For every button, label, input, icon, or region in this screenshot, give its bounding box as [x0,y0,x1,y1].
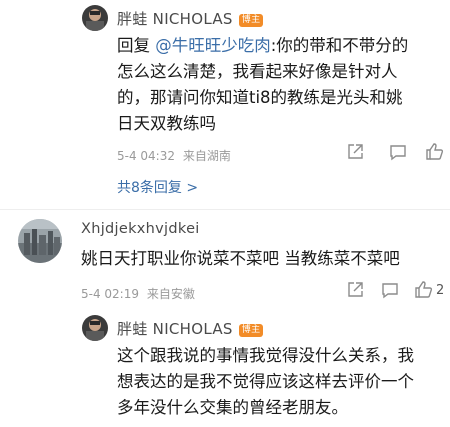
like-icon[interactable] [414,280,433,303]
reply1-date: 5-4 04:32 [117,149,175,163]
comment2-meta: 5-4 02:19 来自安徽 [81,285,195,302]
comment2-location: 来自安徽 [146,287,195,301]
comment2-body: 姚日天打职业你说菜不菜吧 当教练菜不菜吧 [81,249,400,268]
reply1-body: 回复 @牛旺旺少吃肉:你的带和不带分的 怎么这么清楚，我看起来好像是针对人 的，… [117,33,447,137]
reply2-line3: 多年没什么交集的曾经老朋友。 [117,398,348,417]
reply1-line3: 的，那请问你知道ti8的教练是光头和姚 [117,88,403,107]
share-icon[interactable] [346,281,364,303]
comment-divider [0,209,450,210]
comment-icon[interactable] [389,143,407,165]
reply1-line1: 回复 @牛旺旺少吃肉:你的带和不带分的 [117,33,447,59]
reply1-line4: 日天双教练吗 [117,114,216,133]
blogger-badge: 博主 [238,14,264,27]
reply1-author-name[interactable]: 胖蛙 NICHOLAS [117,10,233,28]
blogger-avatar[interactable] [82,5,108,31]
blogger-avatar[interactable] [82,315,108,341]
blogger-badge: 博主 [238,324,264,337]
commenter-avatar[interactable] [18,219,62,263]
comment-icon[interactable] [381,281,399,303]
reply1-text-part: :你的带和不带分的 [270,36,409,55]
view-replies-link[interactable]: 共8条回复 > [117,177,198,197]
reply1-meta: 5-4 04:32 来自湖南 [117,147,231,164]
reply2-line2: 想表达的是我不觉得应该这样去评价一个 [117,372,414,391]
reply2-body: 这个跟我说的事情我觉得没什么关系，我 想表达的是我不觉得应该这样去评价一个 多年… [117,343,447,421]
reply1-location: 来自湖南 [182,149,231,163]
mention-link[interactable]: @牛旺旺少吃肉 [155,36,271,55]
like-count: 2 [436,283,445,298]
comment2-author-name[interactable]: Xhjdjekxhvjdkei [81,221,200,237]
comment2-date: 5-4 02:19 [81,287,139,301]
share-icon[interactable] [346,143,364,165]
reply2-line1: 这个跟我说的事情我觉得没什么关系，我 [117,346,414,365]
reply-prefix: 回复 [117,36,150,55]
reply1-line2: 怎么这么清楚，我看起来好像是针对人 [117,62,398,81]
reply2-author-row: 胖蛙 NICHOLAS 博主 [117,318,264,339]
reply1-author-row: 胖蛙 NICHOLAS 博主 [117,8,264,29]
reply2-author-name[interactable]: 胖蛙 NICHOLAS [117,320,233,338]
like-icon[interactable] [425,142,444,165]
